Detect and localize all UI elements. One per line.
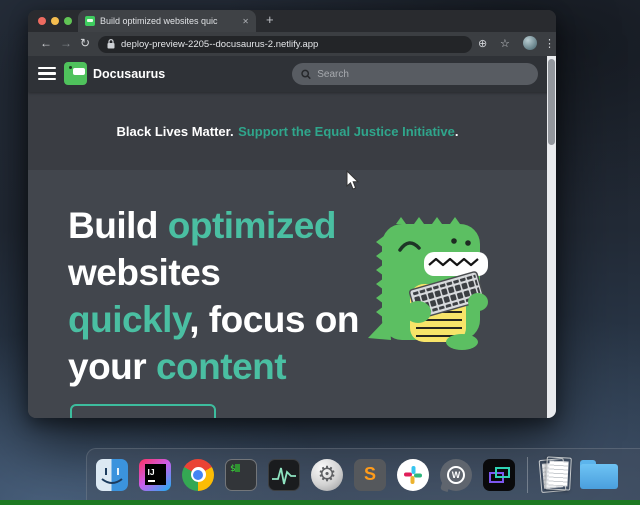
gear-icon: ⚙ — [318, 464, 337, 485]
site-brand[interactable]: Docusaurus — [93, 56, 165, 92]
new-tab-button[interactable]: + — [266, 12, 274, 27]
mouse-cursor — [346, 170, 360, 191]
docusaurus-favicon-icon — [85, 16, 95, 26]
announcement-link[interactable]: Support the Equal Justice Initiative — [238, 124, 455, 139]
site-navbar: Docusaurus — [28, 56, 556, 92]
url-text: deploy-preview-2205--docusaurus-2.netlif… — [121, 39, 318, 50]
dock-finder-icon[interactable] — [92, 452, 132, 498]
dock-intellij-idea-icon[interactable]: IJ — [135, 452, 175, 498]
tab-strip: Build optimized websites quic ✕ + — [28, 10, 556, 32]
page-scrollbar[interactable] — [547, 56, 556, 418]
dock-downloads-folder-icon[interactable] — [579, 452, 619, 498]
search-icon — [301, 69, 311, 80]
dock: IJ $ ⚙ S W — [86, 448, 640, 500]
dock-sublime-text-icon[interactable]: S — [350, 452, 390, 498]
dock-system-preferences-icon[interactable]: ⚙ — [307, 452, 347, 498]
hero-text: , focus on — [189, 299, 359, 340]
scrollbar-thumb[interactable] — [548, 59, 555, 145]
tab-title: Build optimized websites quic — [100, 16, 237, 26]
address-bar[interactable]: deploy-preview-2205--docusaurus-2.netlif… — [98, 36, 472, 53]
intellij-monogram: IJ — [145, 464, 166, 485]
reload-button[interactable]: ↻ — [80, 36, 90, 50]
dock-chrome-icon[interactable] — [178, 452, 218, 498]
hero-text: your — [68, 346, 156, 387]
browser-toolbar: ← → ↻ deploy-preview-2205--docusaurus-2.… — [28, 32, 556, 56]
hamburger-menu-icon[interactable] — [38, 67, 56, 83]
dock-screen-capture-icon[interactable] — [479, 452, 519, 498]
dock-slack-icon[interactable] — [393, 452, 433, 498]
page-content: Docusaurus Black Lives Matter. Support t… — [28, 56, 556, 418]
hero-highlight: content — [156, 346, 286, 387]
close-window-button[interactable] — [38, 17, 46, 25]
docusaurus-logo-icon[interactable] — [64, 62, 87, 85]
sublime-monogram: S — [364, 464, 376, 485]
browser-window: Build optimized websites quic ✕ + ← → ↻ … — [28, 10, 556, 418]
search-input[interactable] — [317, 69, 529, 80]
page-zoom-icon[interactable]: ⊕ — [478, 37, 487, 50]
hero-highlight: quickly — [68, 299, 189, 340]
browser-tab[interactable]: Build optimized websites quic ✕ — [78, 10, 256, 32]
hero-text: websites — [68, 252, 220, 293]
maximize-window-button[interactable] — [64, 17, 72, 25]
dock-documents-stack-icon[interactable] — [536, 452, 576, 498]
bottom-green-strip — [0, 500, 640, 505]
hero-headline: Build optimized websites quickly, focus … — [68, 202, 388, 390]
dock-terminal-icon[interactable]: $ — [221, 452, 261, 498]
docusaurus-mascot-illustration — [366, 208, 496, 352]
bookmark-star-icon[interactable]: ☆ — [500, 37, 510, 50]
workplace-monogram: W — [447, 466, 465, 484]
traffic-lights — [38, 17, 72, 25]
browser-menu-icon[interactable]: ⋮ — [544, 37, 555, 50]
get-started-button[interactable] — [70, 404, 216, 418]
search-bar[interactable] — [292, 63, 538, 85]
dock-divider — [527, 457, 528, 493]
hero-highlight: optimized — [168, 205, 336, 246]
forward-button[interactable]: → — [60, 36, 72, 50]
hero-text: Build — [68, 205, 168, 246]
lock-icon — [107, 39, 115, 49]
hero-section: Build optimized websites quickly, focus … — [28, 170, 556, 418]
dock-activity-monitor-icon[interactable] — [264, 452, 304, 498]
tab-close-icon[interactable]: ✕ — [242, 17, 249, 26]
announcement-suffix: . — [455, 124, 459, 139]
announcement-bold-text: Black Lives Matter. — [117, 124, 234, 139]
dock-workplace-icon[interactable]: W — [436, 452, 476, 498]
minimize-window-button[interactable] — [51, 17, 59, 25]
profile-avatar[interactable] — [523, 36, 537, 50]
back-button[interactable]: ← — [40, 36, 52, 50]
announcement-banner: Black Lives Matter. Support the Equal Ju… — [28, 92, 547, 170]
